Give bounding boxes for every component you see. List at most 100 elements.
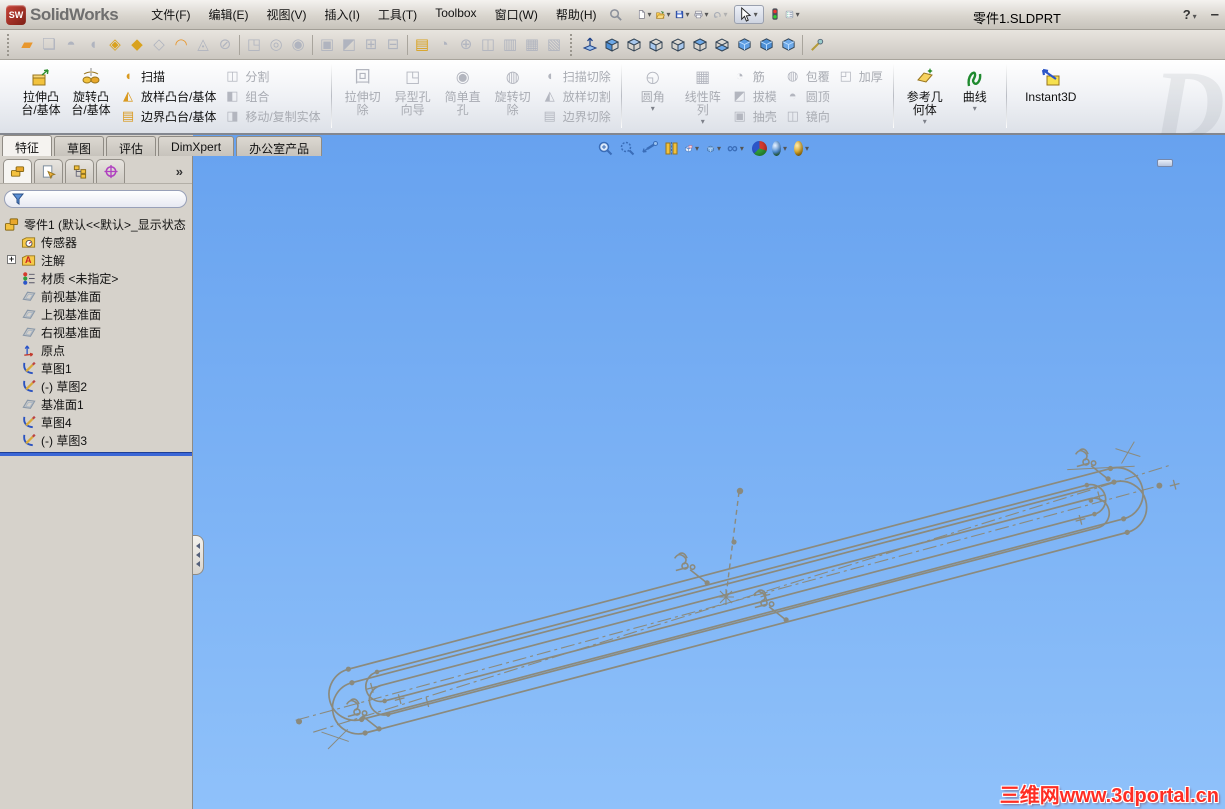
lofted-cut-button[interactable]: ◭ 放样切割	[542, 88, 611, 104]
curves-dropdown-caret[interactable]: ▾	[973, 105, 977, 113]
menu-help[interactable]: 帮助(H)	[547, 2, 606, 27]
new-document-icon[interactable]	[637, 5, 656, 24]
draft-tool-icon[interactable]: ◳	[243, 34, 265, 56]
options-icon[interactable]	[785, 5, 804, 24]
tree-item-material[interactable]: 材质 <未指定>	[0, 269, 192, 287]
rollback-bar[interactable]	[0, 452, 192, 456]
revolve-boss-button[interactable]: 旋转凸台/基体	[68, 62, 114, 117]
move-face-icon[interactable]: ⊟	[382, 34, 404, 56]
instant3d-button[interactable]: Instant3D	[1015, 62, 1087, 104]
tree-item-sketch1[interactable]: 草图1	[0, 359, 192, 377]
top-view-icon[interactable]	[689, 34, 711, 56]
pattern-tool-icon[interactable]: ⊞	[360, 34, 382, 56]
curves-button[interactable]: 曲线 ▾	[952, 62, 998, 113]
tree-item-right-plane[interactable]: 右视基准面	[0, 323, 192, 341]
magic-wand-icon[interactable]	[806, 34, 828, 56]
toolbar-grip[interactable]	[7, 33, 11, 56]
panel-collapse-handle[interactable]	[193, 535, 204, 575]
undo-icon[interactable]	[713, 5, 732, 24]
simple-hole-button[interactable]: ◉ 简单直孔	[440, 62, 486, 117]
tree-item-annotations[interactable]: + A 注解	[0, 251, 192, 269]
tab-evaluate[interactable]: 评估	[106, 136, 157, 156]
graphics-area[interactable]: ∞ 三维网www.3dportal.cn	[193, 135, 1225, 809]
property-manager-tab[interactable]	[34, 159, 63, 183]
save-icon[interactable]	[675, 5, 694, 24]
right-view-icon[interactable]	[667, 34, 689, 56]
isometric-view-icon[interactable]	[733, 34, 755, 56]
lofted-boss-button[interactable]: ◭ 放样凸台/基体	[120, 88, 216, 104]
previous-view-icon[interactable]	[640, 139, 659, 158]
draft-button[interactable]: ◩ 拔模	[732, 88, 777, 104]
help-button[interactable]: ?	[1183, 7, 1201, 22]
tab-sketch[interactable]: 草图	[54, 136, 105, 156]
tab-office-products[interactable]: 办公室产品	[236, 136, 323, 156]
dome-tool-icon[interactable]: ◔	[433, 34, 455, 56]
search-icon[interactable]	[606, 5, 625, 24]
zoom-to-fit-icon[interactable]	[596, 139, 615, 158]
revolved-cut-button[interactable]: ◍ 旋转切除	[490, 62, 536, 117]
back-view-icon[interactable]	[623, 34, 645, 56]
swept-boss-button[interactable]: ◖ 扫描	[120, 68, 165, 84]
shell-button[interactable]: ▣ 抽壳	[732, 108, 777, 124]
tree-item-plane1[interactable]: 基准面1	[0, 395, 192, 413]
tree-item-top-plane[interactable]: 上视基准面	[0, 305, 192, 323]
wrap-tool-icon[interactable]: ▤	[411, 34, 433, 56]
menu-edit[interactable]: 编辑(E)	[200, 2, 258, 27]
dome-button[interactable]: ◓ 圆顶	[785, 88, 830, 104]
view-settings-icon[interactable]	[794, 139, 813, 158]
rebuild-traffic-light-icon[interactable]	[766, 5, 785, 24]
pin-icon[interactable]: ◇	[148, 34, 170, 56]
tree-item-part-root[interactable]: 零件1 (默认<<默认>_显示状态	[0, 215, 192, 233]
menu-window[interactable]: 窗口(W)	[486, 2, 547, 27]
normal-to-view-icon[interactable]	[579, 34, 601, 56]
thicken-button[interactable]: ◰ 加厚	[838, 68, 883, 84]
delete-body-icon[interactable]: ⊘	[214, 34, 236, 56]
hole-wizard-button[interactable]: ◳ 异型孔向导	[390, 62, 436, 117]
reference-dropdown-caret[interactable]: ▾	[923, 118, 927, 126]
toolbar-grip[interactable]	[570, 33, 574, 56]
menu-toolbox[interactable]: Toolbox	[426, 2, 485, 27]
swept-cut-button[interactable]: ◖ 扫描切除	[542, 68, 611, 84]
tab-dimxpert[interactable]: DimXpert	[158, 136, 235, 156]
left-view-icon[interactable]	[645, 34, 667, 56]
mirror-button[interactable]: ◫ 镜向	[785, 108, 830, 124]
tree-item-sketch3[interactable]: (-) 草图3	[0, 431, 192, 449]
shell-tool-icon[interactable]: ▣	[316, 34, 338, 56]
print-icon[interactable]	[694, 5, 713, 24]
lofted-boss-icon[interactable]: ◈	[104, 34, 126, 56]
select-cursor-icon[interactable]	[733, 5, 764, 24]
join-tool-icon[interactable]: ▧	[543, 34, 565, 56]
swept-boss-icon[interactable]: ◖	[82, 34, 104, 56]
wrap-button[interactable]: ◍ 包覆	[785, 68, 830, 84]
tree-item-origin[interactable]: 原点	[0, 341, 192, 359]
front-view-icon[interactable]	[601, 34, 623, 56]
view-orientation-icon[interactable]	[684, 139, 703, 158]
dimxpert-manager-tab[interactable]	[96, 159, 125, 183]
split-tool-icon[interactable]: ◫	[477, 34, 499, 56]
rib-tool-icon[interactable]: ◬	[192, 34, 214, 56]
section-view-icon[interactable]	[662, 139, 681, 158]
chamfer-tool-icon[interactable]: ◉	[287, 34, 309, 56]
thicken-tool-icon[interactable]: ⊕	[455, 34, 477, 56]
tree-item-front-plane[interactable]: 前视基准面	[0, 287, 192, 305]
zoom-to-area-icon[interactable]	[618, 139, 637, 158]
open-document-icon[interactable]	[655, 5, 675, 24]
linear-pattern-button[interactable]: ▦ 线性阵列 ▾	[680, 62, 726, 126]
extrude-boss-button[interactable]: 拉伸凸台/基体	[18, 62, 64, 117]
dimetric-view-icon[interactable]	[777, 34, 799, 56]
menu-view[interactable]: 视图(V)	[258, 2, 316, 27]
sketch-plane-icon[interactable]: ▰	[16, 34, 38, 56]
rib-button[interactable]: ◔ 筋	[732, 68, 765, 84]
combine-button[interactable]: ◧ 组合	[224, 88, 269, 104]
tree-item-sketch4[interactable]: 草图4	[0, 413, 192, 431]
expand-toggle[interactable]: +	[7, 255, 16, 264]
panel-overflow-chevrons[interactable]: »	[176, 164, 188, 183]
mirror-tool-icon[interactable]: ◩	[338, 34, 360, 56]
revolved-boss-icon[interactable]: ◓	[60, 34, 82, 56]
revolve-body-icon[interactable]: ◆	[126, 34, 148, 56]
combine-tool-icon[interactable]: ▥	[499, 34, 521, 56]
pattern-dropdown-caret[interactable]: ▾	[701, 118, 705, 126]
extruded-cut-button[interactable]: 回 拉伸切除	[340, 62, 386, 117]
tree-filter-box[interactable]	[4, 190, 187, 208]
edit-appearance-icon[interactable]	[750, 139, 769, 158]
